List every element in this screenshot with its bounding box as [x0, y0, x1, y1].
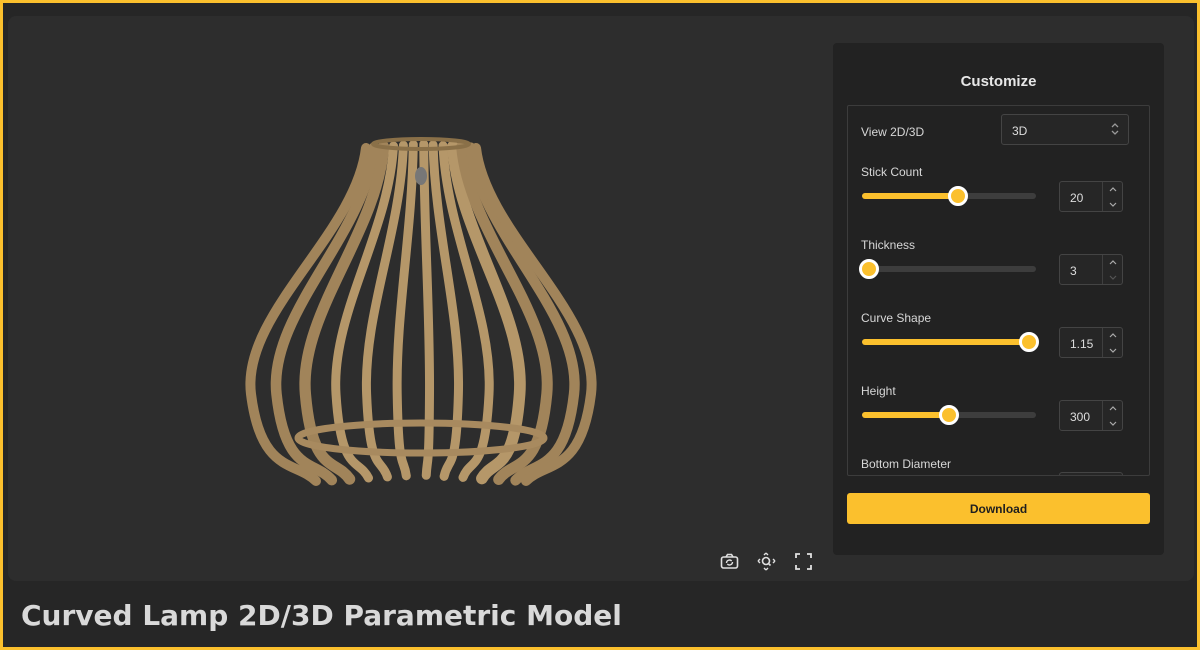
- stick-count-input[interactable]: 20: [1059, 181, 1123, 212]
- curve-shape-input[interactable]: 1.15: [1059, 327, 1123, 358]
- customize-panel: Customize View 2D/3D 3D Stick Count 20 T…: [833, 43, 1164, 555]
- viewport-toolbar: [720, 552, 813, 571]
- fullscreen-icon[interactable]: [794, 552, 813, 571]
- bottom-diameter-input[interactable]: [1059, 472, 1123, 475]
- chevron-up-icon: [1109, 259, 1117, 264]
- lamp-model: [245, 137, 597, 486]
- thickness-increment[interactable]: [1103, 255, 1123, 269]
- height-slider[interactable]: [862, 405, 1036, 425]
- height-label: Height: [861, 384, 896, 398]
- download-button[interactable]: Download: [847, 493, 1150, 524]
- thickness-thumb[interactable]: [858, 259, 879, 279]
- page-title: Curved Lamp 2D/3D Parametric Model: [21, 599, 622, 632]
- bottom-diameter-label: Bottom Diameter: [861, 457, 952, 471]
- chevron-up-icon: [1109, 186, 1117, 191]
- stick-count-decrement[interactable]: [1103, 197, 1123, 211]
- stick-count-increment[interactable]: [1103, 182, 1123, 196]
- height-input[interactable]: 300: [1059, 400, 1123, 431]
- thickness-value: 3: [1070, 264, 1077, 278]
- curve-shape-slider[interactable]: [862, 332, 1040, 352]
- chevron-up-icon: [1109, 332, 1117, 337]
- thickness-slider[interactable]: [858, 259, 1036, 279]
- chevron-down-icon: [1109, 275, 1117, 280]
- view-mode-label: View 2D/3D: [861, 125, 925, 139]
- select-chevrons-icon: [1111, 123, 1119, 135]
- thickness-input[interactable]: 3: [1059, 254, 1123, 285]
- thickness-label: Thickness: [861, 238, 916, 252]
- chevron-down-icon: [1109, 202, 1117, 207]
- view-mode-select[interactable]: 3D: [1001, 114, 1129, 145]
- curve-shape-label: Curve Shape: [861, 311, 932, 325]
- chevron-up-icon: [1109, 405, 1117, 410]
- thickness-decrement[interactable]: [1103, 270, 1123, 284]
- curve-shape-increment[interactable]: [1103, 328, 1123, 342]
- view-mode-value: 3D: [1012, 124, 1028, 138]
- zoom-icon[interactable]: [757, 552, 776, 571]
- stick-count-thumb[interactable]: [947, 186, 968, 206]
- stick-count-label: Stick Count: [861, 165, 923, 179]
- stick-count-slider[interactable]: [862, 186, 1036, 206]
- height-value: 300: [1070, 410, 1091, 424]
- chevron-down-icon: [1109, 421, 1117, 426]
- stick-count-value: 20: [1070, 191, 1084, 205]
- app-frame: Customize View 2D/3D 3D Stick Count 20 T…: [3, 3, 1197, 647]
- panel-title: Customize: [960, 73, 1037, 90]
- height-decrement[interactable]: [1103, 416, 1123, 430]
- height-thumb[interactable]: [939, 405, 959, 425]
- controls-scroll-area[interactable]: View 2D/3D 3D Stick Count 20 Thickness 3…: [847, 105, 1150, 476]
- curve-shape-thumb[interactable]: [1019, 332, 1040, 352]
- height-increment[interactable]: [1103, 401, 1123, 415]
- curve-shape-decrement[interactable]: [1103, 343, 1123, 357]
- lamp-socket: [415, 167, 427, 185]
- chevron-down-icon: [1109, 348, 1117, 353]
- curve-shape-value: 1.15: [1070, 337, 1094, 351]
- camera-icon[interactable]: [720, 552, 739, 571]
